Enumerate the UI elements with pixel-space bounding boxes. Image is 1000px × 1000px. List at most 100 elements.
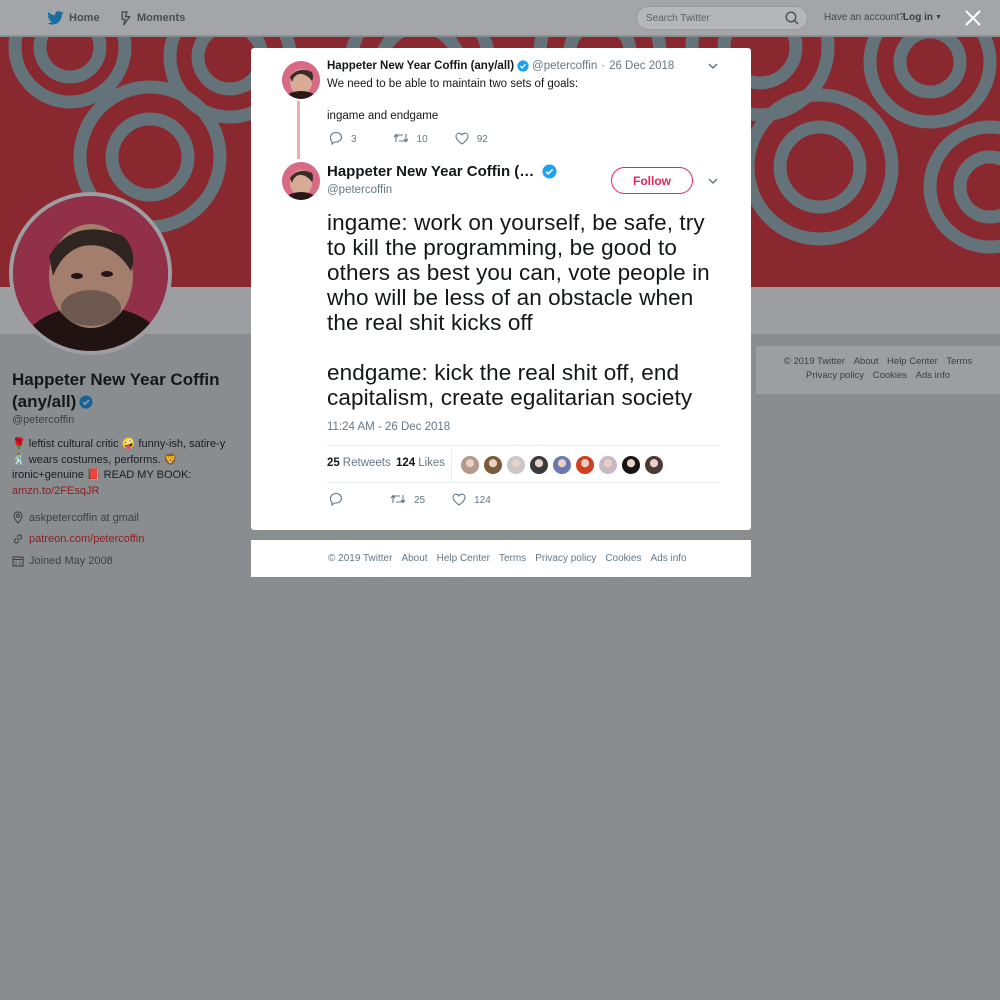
likes-stat-label: Likes [418,457,446,469]
chevron-down-icon[interactable] [706,174,720,188]
footer-link[interactable]: Terms [946,356,972,367]
footer-link[interactable]: Help Center [887,356,938,367]
liker-avatar[interactable] [621,455,641,475]
footer-link[interactable]: About [401,553,427,564]
reply-icon [329,131,343,148]
footer-link[interactable]: Cookies [873,370,907,381]
footer-link[interactable]: © 2019 Twitter [784,356,845,367]
calendar-icon [12,555,24,567]
liker-avatar[interactable] [598,455,618,475]
chevron-down-icon[interactable] [706,59,720,73]
parent-tweet-date[interactable]: 26 Dec 2018 [609,60,674,72]
reply-button[interactable]: 3 [329,131,357,148]
liker-avatar[interactable] [529,455,549,475]
nav-home-label: Home [69,12,100,24]
liker-avatar[interactable] [575,455,595,475]
modal-footer: © 2019 Twitter About Help Center Terms P… [251,540,751,577]
search-input[interactable] [646,11,776,25]
main-tweet-actions: 25 124 [329,492,491,509]
bio-book-link[interactable]: amzn.to/2FEsqJR [12,484,244,500]
main-author-name[interactable]: Happeter New Year Coffin (any/… [327,163,535,180]
reply-button[interactable] [329,492,343,509]
likes-stat-count: 124 [396,457,416,469]
profile-name-text: Happeter New Year Coffin (any/all) [12,370,220,411]
main-tweet-timestamp[interactable]: 11:24 AM - 26 Dec 2018 [327,421,450,433]
liker-avatar[interactable] [506,455,526,475]
footer-link[interactable]: Privacy policy [806,370,864,381]
footer-link[interactable]: Terms [499,553,526,564]
retweets-stat-label: Retweets [342,457,391,469]
main-author[interactable]: Happeter New Year Coffin (any/… [327,163,557,180]
retweet-button[interactable]: 25 [390,492,425,509]
joined-text: Joined May 2008 [29,555,113,567]
footer-link[interactable]: Privacy policy [535,553,596,564]
parent-tweet-text: We need to be able to maintain two sets … [327,76,578,124]
website-link[interactable]: patreon.com/petercoffin [29,533,144,545]
profile-avatar[interactable] [9,192,172,355]
tweet-stats: 25 Retweets 124 Likes [327,445,719,483]
parent-tweet-avatar[interactable] [282,61,320,99]
verified-badge-icon [542,164,557,179]
footer-link[interactable]: Cookies [605,553,641,564]
likes-stat[interactable]: 124 Likes [396,457,445,469]
link-icon [12,533,24,545]
liker-avatar[interactable] [644,455,664,475]
sidebar-footer: © 2019 Twitter About Help Center Terms P… [756,346,1000,394]
retweets-stat[interactable]: 25 Retweets [327,457,391,469]
nav-home[interactable]: Home [47,0,100,36]
liker-avatars [460,455,667,475]
footer-link[interactable]: About [854,356,879,367]
bio-line: 🌹 leftist cultural critic 🤪 funny-ish, s… [12,438,226,450]
verified-badge-icon [517,60,529,72]
heart-icon [455,132,469,148]
parent-author-handle[interactable]: @petercoffin [532,60,597,72]
parent-tweet-line: We need to be able to maintain two sets … [327,78,579,90]
parent-author-name[interactable]: Happeter New Year Coffin (any/all) [327,60,514,72]
liker-avatar[interactable] [483,455,503,475]
location-pin-icon [12,511,24,524]
retweet-icon [390,492,406,509]
login-dropdown[interactable]: Log in ▼ [903,12,942,23]
lightning-icon [120,10,132,26]
footer-link[interactable]: © 2019 Twitter [328,553,392,564]
follow-button[interactable]: Follow [611,167,693,194]
parent-tweet-actions: 3 10 92 [329,131,488,148]
retweet-button[interactable]: 10 [393,131,428,148]
nav-moments-label: Moments [137,12,186,24]
thread-connector-line [297,101,300,159]
verified-badge-icon [79,393,93,415]
footer-link[interactable]: Ads info [650,553,686,564]
parent-tweet-header: Happeter New Year Coffin (any/all) @pete… [327,60,674,72]
liker-avatar[interactable] [460,455,480,475]
retweet-icon [393,131,409,148]
main-author-handle[interactable]: @petercoffin [327,184,392,196]
like-count: 124 [474,495,491,506]
footer-link[interactable]: Ads info [916,370,950,381]
liker-avatar[interactable] [552,455,572,475]
main-tweet-text: ingame: work on yourself, be safe, try t… [327,210,727,410]
top-navigation-bar: Home Moments Have an account? Log in ▼ [0,0,1000,36]
like-button[interactable]: 92 [455,132,488,148]
retweet-count: 10 [416,134,428,145]
twitter-bird-icon [47,11,64,25]
like-count: 92 [476,134,488,145]
bio-line: 🕺 wears costumes, performs. 🦁 [12,453,178,466]
profile-location: askpetercoffin at gmail [12,511,139,524]
like-button[interactable]: 124 [452,493,491,509]
footer-link[interactable]: Help Center [437,553,490,564]
search-icon[interactable] [785,11,799,30]
profile-bio: 🌹 leftist cultural critic 🤪 funny-ish, s… [12,437,244,499]
profile-website[interactable]: patreon.com/petercoffin [12,533,144,545]
heart-icon [452,493,466,509]
profile-joined: Joined May 2008 [12,555,113,567]
bio-line: ironic+genuine 📕 READ MY BOOK: [12,469,192,481]
main-tweet-avatar[interactable] [282,162,320,200]
tweet-paragraph: ingame: work on yourself, be safe, try t… [327,210,710,335]
login-label: Log in [903,12,933,23]
nav-moments[interactable]: Moments [120,0,185,36]
search-box [636,6,808,30]
retweet-count: 25 [414,495,426,506]
profile-name: Happeter New Year Coffin (any/all) [12,369,242,415]
close-icon[interactable] [963,8,983,28]
reply-count: 3 [351,134,357,145]
